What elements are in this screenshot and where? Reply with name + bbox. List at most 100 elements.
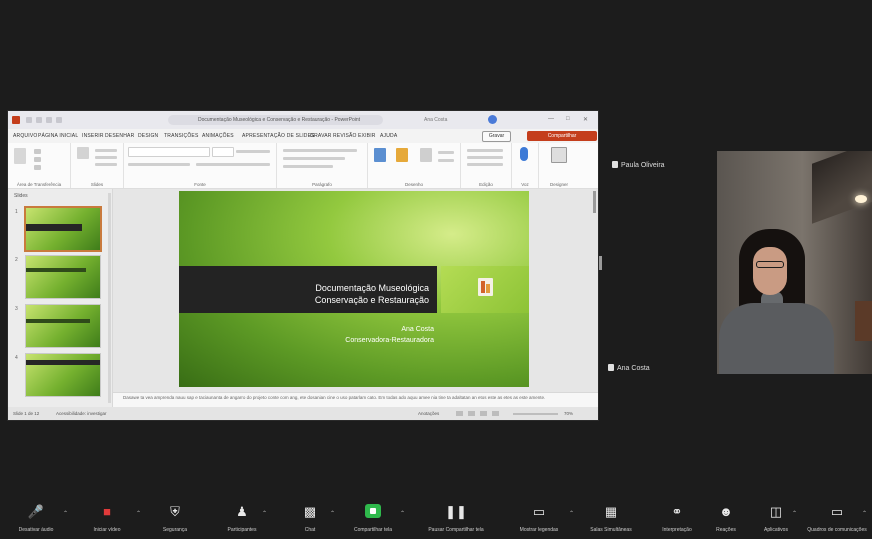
microphone-muted-icon xyxy=(612,161,618,168)
status-accessibility[interactable]: Acessibilidade: investigar xyxy=(56,411,107,416)
slide-thumbnail-1[interactable] xyxy=(24,206,102,252)
undo-icon[interactable] xyxy=(46,117,52,123)
designer-icon[interactable] xyxy=(551,147,567,163)
slide-logo-box xyxy=(441,266,529,313)
reset-option[interactable] xyxy=(95,156,117,159)
share-button[interactable]: Compartilhar xyxy=(527,131,597,141)
ribbon-group-drawing: Desenho xyxy=(368,143,461,188)
dictate-icon[interactable] xyxy=(520,147,528,161)
save-icon[interactable] xyxy=(36,117,42,123)
tab-exibir[interactable]: Exibir xyxy=(358,133,376,139)
participant-name-2: Ana Costa xyxy=(608,364,650,372)
shape-outline-option[interactable] xyxy=(438,159,454,162)
arrange-icon[interactable] xyxy=(396,148,408,162)
paste-icon[interactable] xyxy=(14,148,26,164)
sorter-view-icon[interactable] xyxy=(468,411,475,416)
tab-arquivo[interactable]: Arquivo xyxy=(13,133,37,139)
apps-chevron-icon[interactable]: ⌃ xyxy=(792,510,797,517)
ppt-ribbon: Área de Transferência Slides Fonte Parág… xyxy=(8,143,598,189)
video-shelf xyxy=(855,301,872,341)
ppt-filename: Documentação Museológica e Conservação e… xyxy=(198,117,361,123)
slide-thumbnail-3[interactable] xyxy=(25,304,101,348)
slide-subtitle[interactable]: Ana Costa Conservadora-Restauradora xyxy=(345,324,434,346)
shared-screen: Documentação Museológica e Conservação e… xyxy=(8,111,598,420)
cut-icon[interactable] xyxy=(34,149,41,154)
slide-thumbnail-2[interactable] xyxy=(25,255,101,299)
participant-video[interactable] xyxy=(717,151,872,374)
share-options-chevron-icon[interactable]: ⌃ xyxy=(400,510,405,517)
slide-thumbnail-4[interactable] xyxy=(25,353,101,397)
normal-view-icon[interactable] xyxy=(456,411,463,416)
font-size-select[interactable] xyxy=(212,147,234,157)
ppt-status-bar: Slide 1 de 12 Acessibilidade: investigar… xyxy=(8,407,598,420)
layout-option[interactable] xyxy=(95,149,117,152)
video-light xyxy=(855,195,867,203)
thumb-number: 1 xyxy=(15,209,18,215)
breakout-rooms-icon: ▦ xyxy=(604,504,618,519)
share-screen-icon xyxy=(365,504,381,518)
select-option[interactable] xyxy=(467,163,503,166)
tab-inserir[interactable]: Inserir xyxy=(82,133,104,139)
thumbnails-header: Slides xyxy=(14,193,28,199)
status-zoom[interactable]: 70% xyxy=(564,411,573,416)
shape-fill-option[interactable] xyxy=(438,151,454,154)
tab-gravar[interactable]: Gravar xyxy=(310,133,332,139)
tab-desenhar[interactable]: Desenhar xyxy=(105,133,134,139)
split-resize-handle[interactable] xyxy=(599,256,602,270)
ribbon-group-voice: Voz xyxy=(512,143,539,188)
font-grow-shrink[interactable] xyxy=(236,150,270,153)
autosave-icon[interactable] xyxy=(26,117,32,123)
shapes-icon[interactable] xyxy=(374,148,386,162)
ribbon-label-font: Fonte xyxy=(194,182,206,187)
record-button[interactable]: Gravar xyxy=(482,131,511,142)
tab-design[interactable]: Design xyxy=(138,133,158,139)
quick-styles-icon[interactable] xyxy=(420,148,432,162)
participant-name-1: Paula Oliveira xyxy=(612,161,665,169)
audio-options-chevron-icon[interactable]: ⌃ xyxy=(63,510,68,517)
globe-icon: ⚭ xyxy=(671,504,683,519)
redo-icon[interactable] xyxy=(56,117,62,123)
spacing-buttons[interactable] xyxy=(283,165,333,168)
current-slide[interactable]: Documentação Museológica Conservação e R… xyxy=(179,191,529,387)
copy-icon[interactable] xyxy=(34,157,41,162)
zoom-slider[interactable] xyxy=(513,413,558,415)
slideshow-view-icon[interactable] xyxy=(492,411,499,416)
list-buttons[interactable] xyxy=(283,149,357,152)
ppt-avatar[interactable] xyxy=(488,115,497,124)
ribbon-label-paragraph: Parágrafo xyxy=(312,182,332,187)
slide-scrollbar[interactable] xyxy=(593,191,596,213)
powerpoint-logo-icon xyxy=(12,116,20,124)
thumbnails-scrollbar[interactable] xyxy=(108,193,111,403)
slide-title[interactable]: Documentação Museológica Conservação e R… xyxy=(315,282,429,306)
ribbon-group-slides: Slides xyxy=(71,143,124,188)
font-color-buttons[interactable] xyxy=(196,163,270,166)
tab-animacoes[interactable]: Animações xyxy=(202,133,234,139)
new-slide-icon[interactable] xyxy=(77,147,89,159)
tab-ajuda[interactable]: Ajuda xyxy=(380,133,397,139)
video-options-chevron-icon[interactable]: ⌃ xyxy=(136,510,141,517)
participants-chevron-icon[interactable]: ⌃ xyxy=(262,510,267,517)
tab-transicoes[interactable]: Transições xyxy=(164,133,199,139)
thumb-number: 3 xyxy=(15,306,18,312)
reading-view-icon[interactable] xyxy=(480,411,487,416)
tab-revisao[interactable]: Revisão xyxy=(333,133,357,139)
align-buttons[interactable] xyxy=(283,157,345,160)
maximize-icon[interactable]: □ xyxy=(566,116,570,122)
captions-chevron-icon[interactable]: ⌃ xyxy=(569,510,574,517)
chat-chevron-icon[interactable]: ⌃ xyxy=(330,510,335,517)
tab-pagina-inicial[interactable]: Página Inicial xyxy=(38,133,78,139)
replace-option[interactable] xyxy=(467,156,503,159)
whiteboard-chevron-icon[interactable]: ⌃ xyxy=(862,510,867,517)
format-painter-icon[interactable] xyxy=(34,165,41,170)
find-option[interactable] xyxy=(467,149,503,152)
tab-apresentacao[interactable]: Apresentação de Slides xyxy=(242,133,315,139)
ribbon-label-clipboard: Área de Transferência xyxy=(16,182,62,187)
ribbon-label-slides: Slides xyxy=(90,182,104,187)
speaker-notes[interactable]: Dasawe ta vea amprenda nauu sap e taciau… xyxy=(113,392,598,408)
minimize-icon[interactable]: — xyxy=(548,116,554,122)
font-style-buttons[interactable] xyxy=(128,163,190,166)
section-option[interactable] xyxy=(95,163,117,166)
close-icon[interactable]: ✕ xyxy=(583,116,588,123)
font-family-select[interactable] xyxy=(128,147,210,157)
status-notes-button[interactable]: Anotações xyxy=(418,411,439,416)
